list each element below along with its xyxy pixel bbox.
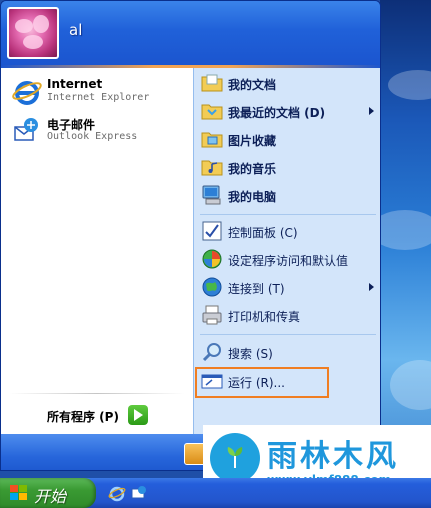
watermark-logo bbox=[210, 433, 260, 483]
leaf-icon bbox=[227, 447, 243, 468]
pinned-outlook-express[interactable]: 电子邮件 Outlook Express bbox=[9, 113, 189, 149]
taskbar: 开始 bbox=[0, 478, 431, 508]
places-item-my-pictures[interactable]: 图片收藏 bbox=[200, 126, 378, 152]
all-programs-label: 所有程序 (P) bbox=[47, 410, 119, 424]
windows-logo-icon bbox=[10, 485, 27, 500]
places-item-my-documents[interactable]: 我的文档 bbox=[200, 70, 378, 96]
start-label: 开始 bbox=[34, 487, 67, 506]
quicklaunch-outlook-express-icon[interactable] bbox=[130, 484, 148, 502]
pinned-programs-pane: Internet Internet Explorer 电子邮件 Outlook … bbox=[1, 68, 193, 434]
system-item-program-access[interactable]: 设定程序访问和默认值 bbox=[200, 246, 378, 272]
system-item-printers-faxes[interactable]: 打印机和传真 bbox=[200, 302, 378, 328]
start-menu-header: al bbox=[1, 1, 380, 65]
tools-item-search[interactable]: 搜索 (S) bbox=[200, 339, 378, 365]
places-item-my-music[interactable]: 我的音乐 bbox=[200, 154, 378, 180]
system-item-label: 连接到 (T) bbox=[228, 282, 285, 296]
places-divider bbox=[200, 214, 376, 215]
recent-documents-icon bbox=[201, 104, 223, 120]
system-item-label: 控制面板 (C) bbox=[228, 226, 298, 240]
submenu-arrow-icon bbox=[369, 283, 374, 291]
user-name: al bbox=[69, 21, 83, 39]
places-item-label: 图片收藏 bbox=[228, 134, 277, 148]
system-item-label: 设定程序访问和默认值 bbox=[228, 254, 349, 268]
places-item-label: 我的音乐 bbox=[228, 162, 277, 176]
arrow-right-icon bbox=[128, 405, 148, 425]
places-item-my-computer[interactable]: 我的电脑 bbox=[200, 182, 378, 208]
program-access-icon bbox=[202, 249, 222, 269]
all-programs-button[interactable]: 所有程序 (P) bbox=[1, 398, 193, 434]
system-divider bbox=[200, 334, 376, 335]
outlook-express-icon bbox=[14, 118, 38, 141]
start-button[interactable]: 开始 bbox=[0, 478, 96, 508]
tools-item-label: 搜索 (S) bbox=[228, 347, 273, 361]
control-panel-icon bbox=[202, 221, 222, 241]
user-avatar[interactable] bbox=[7, 7, 59, 59]
places-item-recent-documents[interactable]: 我最近的文档 (D) bbox=[200, 98, 378, 124]
my-music-icon bbox=[201, 160, 223, 176]
quicklaunch-internet-explorer-icon[interactable] bbox=[108, 484, 126, 502]
pinned-subtitle: Outlook Express bbox=[47, 131, 138, 142]
my-pictures-icon bbox=[201, 132, 223, 148]
pinned-subtitle: Internet Explorer bbox=[47, 92, 150, 103]
system-item-label: 打印机和传真 bbox=[228, 310, 301, 324]
all-programs-divider bbox=[9, 393, 185, 394]
places-item-label: 我的文档 bbox=[228, 78, 277, 92]
printers-faxes-icon bbox=[202, 305, 222, 325]
desktop-background bbox=[370, 0, 431, 480]
my-documents-icon bbox=[201, 74, 223, 92]
system-item-connect-to[interactable]: 连接到 (T) bbox=[200, 274, 378, 300]
places-item-label: 我最近的文档 (D) bbox=[228, 106, 326, 120]
system-item-control-panel[interactable]: 控制面板 (C) bbox=[200, 218, 378, 244]
pinned-internet-explorer[interactable]: Internet Internet Explorer bbox=[9, 74, 189, 110]
my-computer-icon bbox=[202, 185, 221, 205]
submenu-arrow-icon bbox=[369, 107, 374, 115]
watermark-title: 雨林木风 bbox=[267, 439, 399, 474]
pinned-name: Internet bbox=[47, 77, 103, 91]
run-highlight-box bbox=[195, 367, 329, 398]
start-menu: al Internet Internet Explorer 电子邮件 Outlo… bbox=[0, 0, 381, 471]
search-icon bbox=[202, 343, 221, 362]
internet-explorer-icon bbox=[12, 81, 42, 105]
places-item-label: 我的电脑 bbox=[228, 190, 277, 204]
connect-to-icon bbox=[202, 277, 222, 297]
